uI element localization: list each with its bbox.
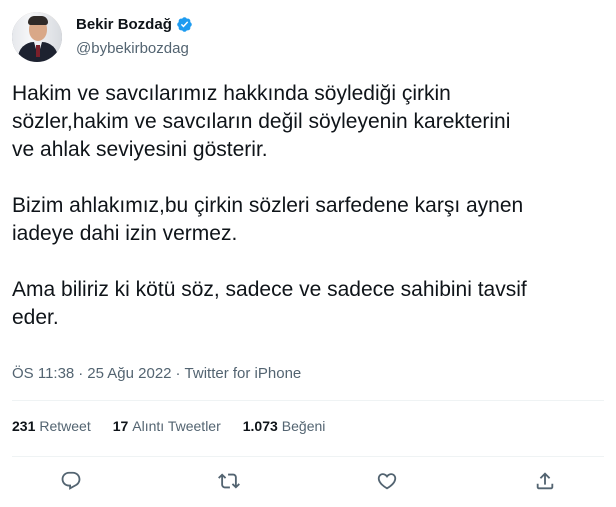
retweets-count: 231: [12, 418, 36, 434]
tweet-stats: 231 Retweet 17 Alıntı Tweetler 1.073 Beğeni: [12, 418, 325, 434]
tweet-source[interactable]: Twitter for iPhone: [185, 365, 302, 382]
verified-badge-icon: [177, 17, 192, 32]
reply-icon: [61, 471, 81, 490]
divider: [12, 400, 604, 401]
author-name[interactable]: Bekir Bozdağ: [76, 16, 172, 33]
tweet-paragraph: Ama biliriz ki kötü söz, sadece ve sadec…: [12, 278, 527, 329]
quotes-count: 17: [112, 418, 129, 434]
likes-stat[interactable]: 1.073 Beğeni: [243, 418, 326, 434]
share-button[interactable]: [532, 468, 558, 494]
like-icon: [377, 473, 397, 490]
meta-separator: ·: [175, 365, 181, 382]
likes-count: 1.073: [242, 418, 278, 434]
tweet-date[interactable]: 25 Ağu 2022: [87, 365, 171, 382]
likes-label: Beğeni: [281, 418, 326, 434]
author-handle[interactable]: @bybekirbozdag: [76, 40, 189, 57]
author-name-row[interactable]: Bekir Bozdağ: [76, 16, 193, 33]
quotes-stat[interactable]: 17 Alıntı Tweetler: [113, 418, 221, 434]
retweet-icon: [218, 473, 240, 489]
tweet-actions: [58, 468, 558, 494]
reply-button[interactable]: [58, 468, 84, 494]
tweet-paragraph: Bizim ahlakımız,bu çirkin sözleri sarfed…: [12, 194, 524, 245]
tweet-paragraph: Hakim ve savcılarımız hakkında söylediği…: [12, 82, 511, 161]
tweet-meta: ÖS 11:38 · 25 Ağu 2022 · Twitter for iPh…: [12, 365, 301, 382]
retweet-button[interactable]: [216, 468, 242, 494]
avatar[interactable]: [12, 12, 62, 62]
share-icon: [536, 472, 554, 490]
divider: [12, 456, 604, 457]
tweet-time[interactable]: ÖS 11:38: [12, 365, 74, 382]
tweet-text: Hakim ve savcılarımız hakkında söylediği…: [12, 80, 608, 332]
meta-separator: ·: [78, 365, 84, 382]
retweets-label: Retweet: [39, 418, 91, 434]
quotes-label: Alıntı Tweetler: [132, 418, 221, 434]
like-button[interactable]: [374, 468, 400, 494]
retweets-stat[interactable]: 231 Retweet: [12, 418, 91, 434]
tweet-header: Bekir Bozdağ @bybekirbozdag: [12, 10, 604, 70]
